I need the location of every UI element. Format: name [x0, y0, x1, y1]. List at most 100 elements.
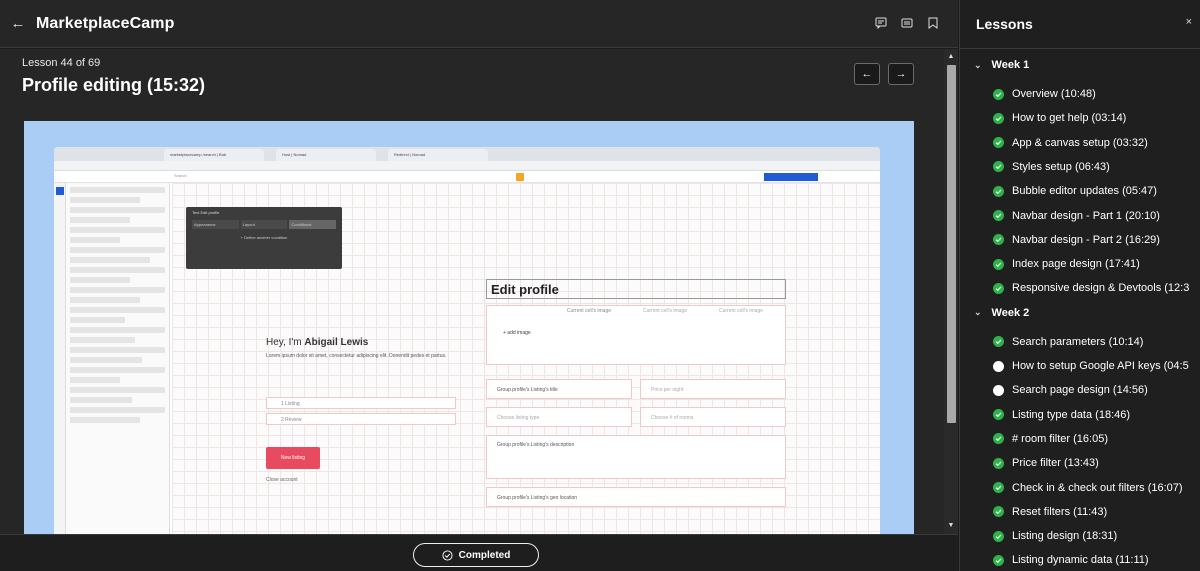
check-circle-icon: [993, 530, 1004, 542]
week-label: Week 2: [991, 306, 1030, 319]
lesson-item[interactable]: Navbar design - Part 2 (16:29): [993, 231, 1160, 249]
lesson-item[interactable]: Check in & check out filters (16:07): [993, 479, 1183, 497]
price-field: Price per night: [640, 379, 786, 399]
check-circle-icon: [993, 554, 1004, 566]
lesson-item[interactable]: Listing design (18:31): [993, 527, 1117, 545]
lesson-item[interactable]: Search parameters (10:14): [993, 333, 1143, 351]
close-account: Close account: [266, 477, 298, 483]
completed-label: Completed: [458, 549, 511, 561]
close-icon[interactable]: ×: [1186, 16, 1192, 28]
sidebar-divider: [960, 48, 1200, 49]
edit-profile-heading: Edit profile: [486, 279, 786, 299]
review-count: 2 Review: [266, 413, 456, 425]
lesson-item-label: Search parameters (10:14): [1012, 335, 1144, 348]
popup-tab: Layout: [240, 220, 288, 229]
week-header[interactable]: ⌄ Week 1: [974, 59, 1029, 71]
check-circle-icon: [993, 210, 1004, 221]
lesson-item[interactable]: Overview (10:48): [993, 85, 1096, 103]
greeting-name: Abigail Lewis: [304, 337, 369, 348]
new-listing-button: New listing: [266, 447, 320, 469]
check-circle-icon: [993, 161, 1004, 173]
rooms-field: Choose # of rooms: [640, 407, 786, 427]
browser-tab: Host | Nomad: [276, 149, 376, 161]
empty-circle-icon: [993, 360, 1004, 372]
lesson-item-label: Navbar design - Part 2 (16:29): [1012, 233, 1160, 246]
header-actions: [874, 14, 940, 32]
browser-tabs: marketplacecamp /search | Bub Host | Nom…: [54, 147, 880, 161]
lesson-item[interactable]: Styles setup (06:43): [993, 158, 1110, 176]
lesson-item-label: Listing dynamic data (11:11): [1012, 554, 1149, 567]
empty-circle-icon: [993, 384, 1004, 396]
week-header[interactable]: ⌄ Week 2: [974, 307, 1029, 319]
check-circle-icon: [993, 506, 1004, 518]
lesson-item-label: # room filter (16:05): [1012, 432, 1108, 445]
lesson-item[interactable]: Listing type data (18:46): [993, 406, 1130, 424]
add-image: + add image: [503, 330, 531, 336]
scrollbar-thumb[interactable]: [947, 65, 956, 423]
lesson-item[interactable]: How to get help (03:14): [993, 109, 1126, 127]
sidebar-title: Lessons: [976, 16, 1033, 32]
lesson-item-label: Navbar design - Part 1 (20:10): [1012, 209, 1160, 222]
scroll-up-icon[interactable]: ▲: [944, 51, 958, 63]
video-frame-browser: marketplacecamp /search | Bub Host | Nom…: [54, 147, 880, 534]
top-bar: ← MarketplaceCamp: [0, 0, 958, 48]
title-field: Group profile's Listing's title: [486, 379, 632, 399]
lesson-item[interactable]: Navbar design - Part 1 (20:10): [993, 207, 1160, 225]
lesson-item[interactable]: Responsive design & Devtools (12:3: [993, 279, 1189, 297]
check-circle-icon: [442, 549, 453, 561]
lesson-counter: Lesson 44 of 69: [22, 57, 101, 69]
brand-title: MarketplaceCamp: [36, 14, 175, 32]
lesson-item[interactable]: Search page design (14:56): [993, 381, 1148, 399]
lesson-item[interactable]: How to setup Google API keys (04:5: [993, 357, 1189, 375]
check-circle-icon: [993, 88, 1004, 100]
scroll-down-icon[interactable]: ▼: [944, 520, 958, 532]
next-lesson-button[interactable]: →: [888, 63, 914, 85]
lesson-item[interactable]: Price filter (13:43): [993, 454, 1099, 472]
check-circle-icon: [993, 185, 1004, 197]
prev-lesson-button[interactable]: ←: [854, 63, 880, 85]
cell-label: Current cell's image: [567, 308, 612, 314]
check-circle-icon: [993, 258, 1004, 270]
popup-define: + Define another condition: [240, 235, 288, 240]
editor-toolbar: Search: [54, 171, 880, 183]
lesson-item[interactable]: App & canvas setup (03:32): [993, 134, 1148, 152]
geo-field: Group profile's Listing's geo location: [486, 487, 786, 507]
lesson-item[interactable]: Listing dynamic data (11:11): [993, 551, 1149, 569]
check-circle-icon: [993, 482, 1004, 493]
lesson-item-label: App & canvas setup (03:32): [1012, 136, 1148, 149]
lessons-sidebar: Lessons × ⌄ Week 1 Overview (10:48) How to …: [959, 0, 1200, 571]
check-circle-icon: [993, 433, 1004, 445]
lesson-item[interactable]: Index page design (17:41): [993, 255, 1140, 273]
cell-label: Current cell's image: [643, 308, 688, 314]
lesson-item-label: How to get help (03:14): [1012, 112, 1127, 125]
check-circle-icon: [993, 409, 1004, 421]
completed-button[interactable]: Completed: [413, 543, 539, 567]
lesson-item-label: Check in & check out filters (16:07): [1012, 481, 1183, 494]
content-scrollbar[interactable]: ▲ ▼: [944, 49, 958, 534]
popup-tab: Conditional: [289, 220, 337, 229]
comment-icon[interactable]: [874, 14, 888, 32]
check-circle-icon: [993, 282, 1004, 294]
greeting-text: Hey, I'm: [266, 337, 305, 348]
lesson-item[interactable]: Reset filters (11:43): [993, 503, 1107, 521]
lesson-item-label: Bubble editor updates (05:47): [1012, 185, 1157, 198]
elements-panel: [66, 183, 170, 534]
image-cells: + add image Current cell's image Current…: [486, 305, 786, 365]
app: ← MarketplaceCamp Lesson 44 of 69 Profil…: [0, 0, 1200, 571]
back-arrow-icon[interactable]: ←: [0, 15, 36, 32]
check-circle-icon: [993, 336, 1004, 348]
video-player[interactable]: marketplacecamp /search | Bub Host | Nom…: [24, 121, 914, 534]
type-field: Choose listing type: [486, 407, 632, 427]
bookmark-icon[interactable]: [926, 14, 940, 32]
listing-count: 1 Listing: [266, 397, 456, 409]
notes-icon[interactable]: [900, 14, 914, 32]
check-circle-icon: [993, 137, 1004, 149]
lesson-item-label: How to setup Google API keys (04:5: [1012, 360, 1189, 372]
lesson-title: Profile editing (15:32): [22, 75, 206, 95]
lesson-item-label: Index page design (17:41): [1012, 258, 1140, 271]
browser-url-bar: [54, 161, 880, 171]
property-popup: Text Edit profile Appearance Layout Cond…: [186, 207, 342, 269]
lesson-item[interactable]: # room filter (16:05): [993, 430, 1108, 448]
lesson-item[interactable]: Bubble editor updates (05:47): [993, 182, 1157, 200]
check-circle-icon: [993, 234, 1004, 246]
